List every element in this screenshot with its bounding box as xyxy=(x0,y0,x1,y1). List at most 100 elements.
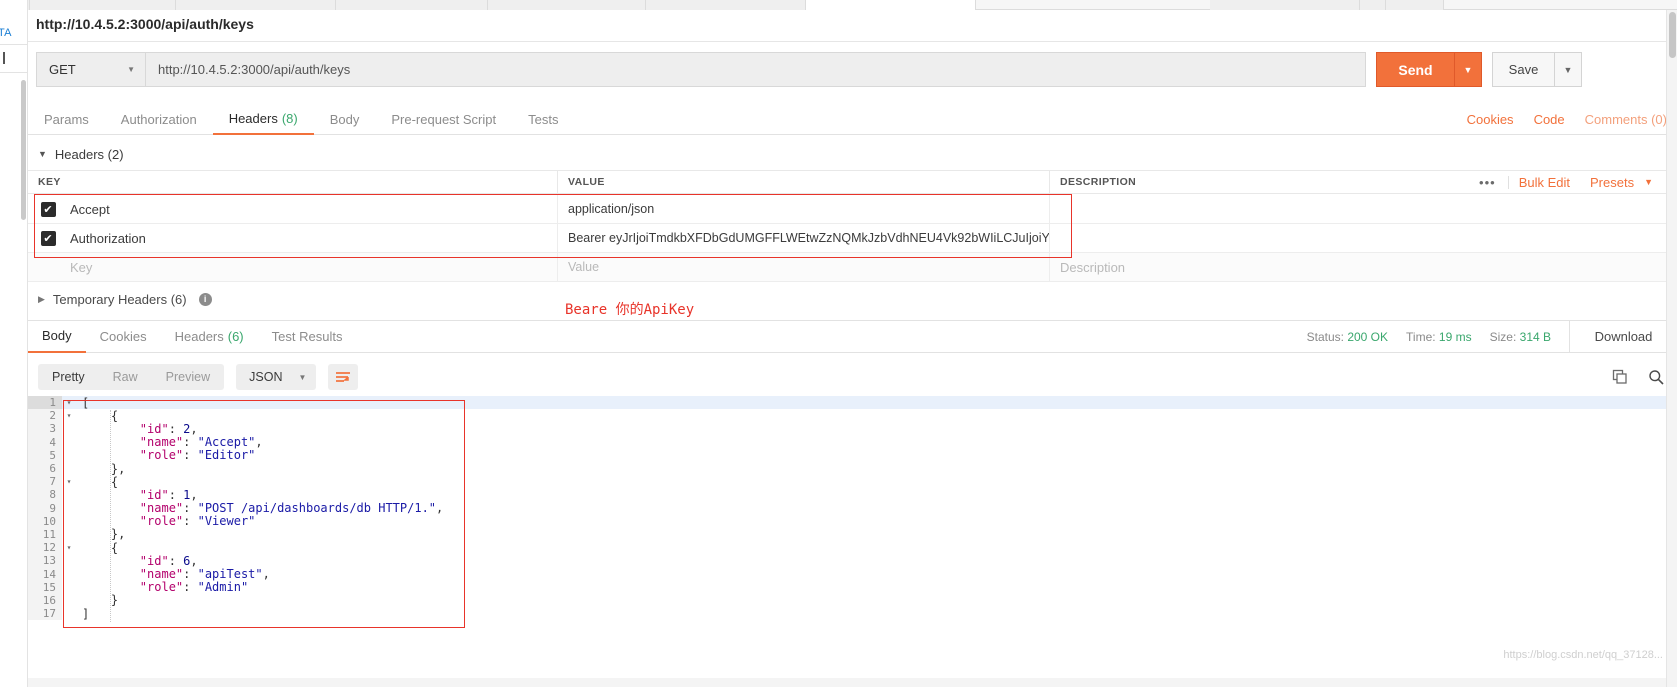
code-line[interactable]: 8 "id": 1, xyxy=(28,488,1677,502)
send-options-caret-icon[interactable]: ▼ xyxy=(1454,52,1482,87)
new-header-description-input[interactable]: Description xyxy=(1050,253,1677,282)
tab-authorization[interactable]: Authorization xyxy=(105,105,213,135)
tab-headers[interactable]: Headers (8) xyxy=(212,105,314,135)
send-button[interactable]: Send xyxy=(1376,52,1454,87)
sidebar-cursor xyxy=(3,52,5,64)
table-row[interactable]: ✔ Authorization Bearer eyJrIjoiTmdkbXFDb… xyxy=(28,223,1677,253)
tab-cell[interactable] xyxy=(646,0,806,10)
tab-cell-active[interactable] xyxy=(806,0,976,10)
view-mode-raw[interactable]: Raw xyxy=(99,364,152,390)
code-line[interactable]: 12 ▾ { xyxy=(28,541,1677,555)
browser-tab-strip[interactable] xyxy=(0,0,1677,10)
code-fold-spacer xyxy=(62,528,76,541)
code-fold-spacer xyxy=(62,488,76,501)
tab-pre-request-script[interactable]: Pre-request Script xyxy=(375,105,512,135)
code-line[interactable]: 1 ▾ [ xyxy=(28,396,1677,410)
tab-cell[interactable] xyxy=(1209,0,1360,10)
copy-icon[interactable] xyxy=(1605,364,1635,390)
tab-tests[interactable]: Tests xyxy=(512,105,574,135)
tab-cell[interactable] xyxy=(336,0,488,10)
code-fold-spacer xyxy=(62,607,76,620)
code-fold-toggle-icon[interactable]: ▾ xyxy=(62,396,76,409)
code-fold-spacer xyxy=(62,581,76,594)
headers-section-toggle[interactable]: ▼ Headers (2) xyxy=(38,143,124,165)
code-line[interactable]: 9 "name": "POST /api/dashboards/db HTTP/… xyxy=(28,501,1677,515)
code-fold-toggle-icon[interactable]: ▾ xyxy=(62,475,76,488)
page-scrollbar[interactable] xyxy=(1666,10,1677,687)
page-scrollbar-thumb[interactable] xyxy=(1669,12,1676,58)
code-link[interactable]: Code xyxy=(1524,112,1575,127)
code-fold-toggle-icon[interactable]: ▾ xyxy=(62,409,76,422)
header-value-cell[interactable]: application/json xyxy=(558,194,1050,224)
column-header-value: VALUE xyxy=(558,170,1050,194)
format-select[interactable]: JSON ▼ xyxy=(236,364,317,390)
tab-response-body[interactable]: Body xyxy=(28,321,86,353)
code-line[interactable]: 10 "role": "Viewer" xyxy=(28,514,1677,529)
cookies-link[interactable]: Cookies xyxy=(1457,112,1524,127)
download-button[interactable]: Download xyxy=(1569,320,1677,353)
tab-cell[interactable] xyxy=(176,0,336,10)
presets-link[interactable]: Presets xyxy=(1580,175,1644,190)
checkbox-checked-icon[interactable]: ✔ xyxy=(40,201,56,217)
code-line[interactable]: 17] xyxy=(28,607,1677,621)
chevron-down-icon[interactable]: ▼ xyxy=(1644,177,1663,187)
code-line[interactable]: 3 "id": 2, xyxy=(28,422,1677,436)
view-mode-preview[interactable]: Preview xyxy=(152,364,224,390)
save-options-caret-icon[interactable]: ▼ xyxy=(1554,52,1582,87)
more-options-icon[interactable]: ••• xyxy=(1467,175,1509,189)
code-fold-toggle-icon[interactable]: ▾ xyxy=(62,541,76,554)
table-row-placeholder[interactable]: Key Value Description xyxy=(28,252,1677,282)
tab-test-results[interactable]: Test Results xyxy=(258,321,357,353)
code-line[interactable]: 14 "name": "apiTest", xyxy=(28,567,1677,582)
code-line[interactable]: 13 "id": 6, xyxy=(28,554,1677,568)
save-button[interactable]: Save xyxy=(1492,52,1554,87)
code-token: : xyxy=(183,448,198,463)
header-key-cell[interactable]: Authorization xyxy=(68,223,558,253)
bulk-edit-link[interactable]: Bulk Edit xyxy=(1509,175,1580,190)
size-value: 314 B xyxy=(1519,329,1551,344)
code-line-text: [ xyxy=(76,396,89,410)
code-token: : xyxy=(183,514,198,529)
header-description-cell[interactable] xyxy=(1050,195,1677,224)
header-value-cell[interactable]: Bearer eyJrIjoiTmdkbXFDbGdUMGFFLWEtwZzNQ… xyxy=(558,223,1050,253)
request-tabs: Params Authorization Headers (8) Body Pr… xyxy=(28,105,1677,135)
sidebar-scrollbar[interactable] xyxy=(21,80,26,220)
tab-response-cookies[interactable]: Cookies xyxy=(86,321,161,353)
code-line[interactable]: 5 "role": "Editor" xyxy=(28,448,1677,463)
tab-cell[interactable] xyxy=(488,0,646,10)
tab-cell[interactable] xyxy=(30,0,176,10)
new-header-key-input[interactable]: Key xyxy=(68,252,558,282)
code-token: "name" xyxy=(139,567,184,582)
code-line[interactable]: 4 "name": "Accept", xyxy=(28,435,1677,449)
code-line-number: 3 xyxy=(28,422,62,436)
temporary-headers-toggle[interactable]: ▶ Temporary Headers (6) i xyxy=(38,289,212,309)
code-line[interactable]: 7 ▾ { xyxy=(28,474,1677,489)
code-line[interactable]: 16 } xyxy=(28,593,1677,607)
code-token: { xyxy=(110,474,119,489)
row-checkbox-cell[interactable]: ✔ xyxy=(28,201,68,217)
code-line[interactable]: 15 "role": "Admin" xyxy=(28,580,1677,594)
checkbox-checked-icon[interactable]: ✔ xyxy=(40,230,56,246)
tab-cell[interactable] xyxy=(1359,0,1386,10)
wrap-lines-icon[interactable] xyxy=(328,364,359,390)
new-header-value-input[interactable]: Value xyxy=(558,252,1050,282)
code-line[interactable]: 2 ▾ { xyxy=(28,409,1677,423)
http-method-select[interactable]: GET ▼ xyxy=(36,52,146,87)
header-description-cell[interactable] xyxy=(1050,224,1677,253)
horizontal-scrollbar[interactable] xyxy=(28,678,1666,687)
tab-params[interactable]: Params xyxy=(28,105,105,135)
header-key-cell[interactable]: Accept xyxy=(68,194,558,224)
request-url-input[interactable]: http://10.4.5.2:3000/api/auth/keys xyxy=(146,52,1366,87)
response-body-code[interactable]: 1 ▾[2 ▾ {3 "id": 2, 4 "name": "Accept", 5 "r… xyxy=(28,396,1677,644)
size-badge: Size: 314 B xyxy=(1490,330,1551,344)
tab-body[interactable]: Body xyxy=(314,105,376,135)
comments-link[interactable]: Comments (0) xyxy=(1575,112,1677,127)
view-mode-pretty[interactable]: Pretty xyxy=(38,364,99,390)
info-icon[interactable]: i xyxy=(198,292,212,306)
code-line[interactable]: 6 }, xyxy=(28,462,1677,476)
table-row[interactable]: ✔ Accept application/json xyxy=(28,194,1677,224)
tab-cell[interactable] xyxy=(1385,0,1444,10)
code-line[interactable]: 11 }, xyxy=(28,527,1677,541)
row-checkbox-cell[interactable]: ✔ xyxy=(28,230,68,246)
tab-response-headers[interactable]: Headers (6) xyxy=(161,321,258,353)
